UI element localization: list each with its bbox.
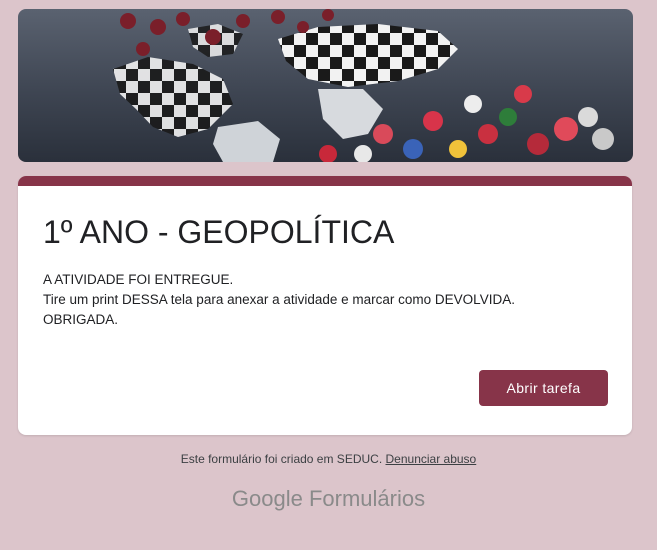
google-forms-logo[interactable]: Google Formulários: [0, 486, 657, 512]
report-abuse-link[interactable]: Denunciar abuso: [386, 452, 477, 466]
form-title: 1º ANO - GEOPOLÍTICA: [43, 214, 395, 250]
created-by-text: Este formulário foi criado em SEDUC.: [180, 452, 383, 466]
forms-wordmark: Formulários: [308, 486, 426, 511]
confirmation-message: A ATIVIDADE FOI ENTREGUE. Tire um print …: [43, 270, 515, 330]
message-line: A ATIVIDADE FOI ENTREGUE.: [43, 272, 234, 287]
message-line: OBRIGADA.: [43, 312, 119, 327]
open-task-button[interactable]: Abrir tarefa: [479, 370, 608, 406]
google-wordmark: Google: [231, 486, 303, 511]
card-accent-bar: [18, 176, 632, 186]
form-card: 1º ANO - GEOPOLÍTICA A ATIVIDADE FOI ENT…: [18, 176, 632, 435]
footer-note: Este formulário foi criado em SEDUC. Den…: [0, 452, 657, 466]
header-banner-image: [18, 9, 633, 162]
message-line: Tire um print DESSA tela para anexar a a…: [43, 292, 515, 307]
